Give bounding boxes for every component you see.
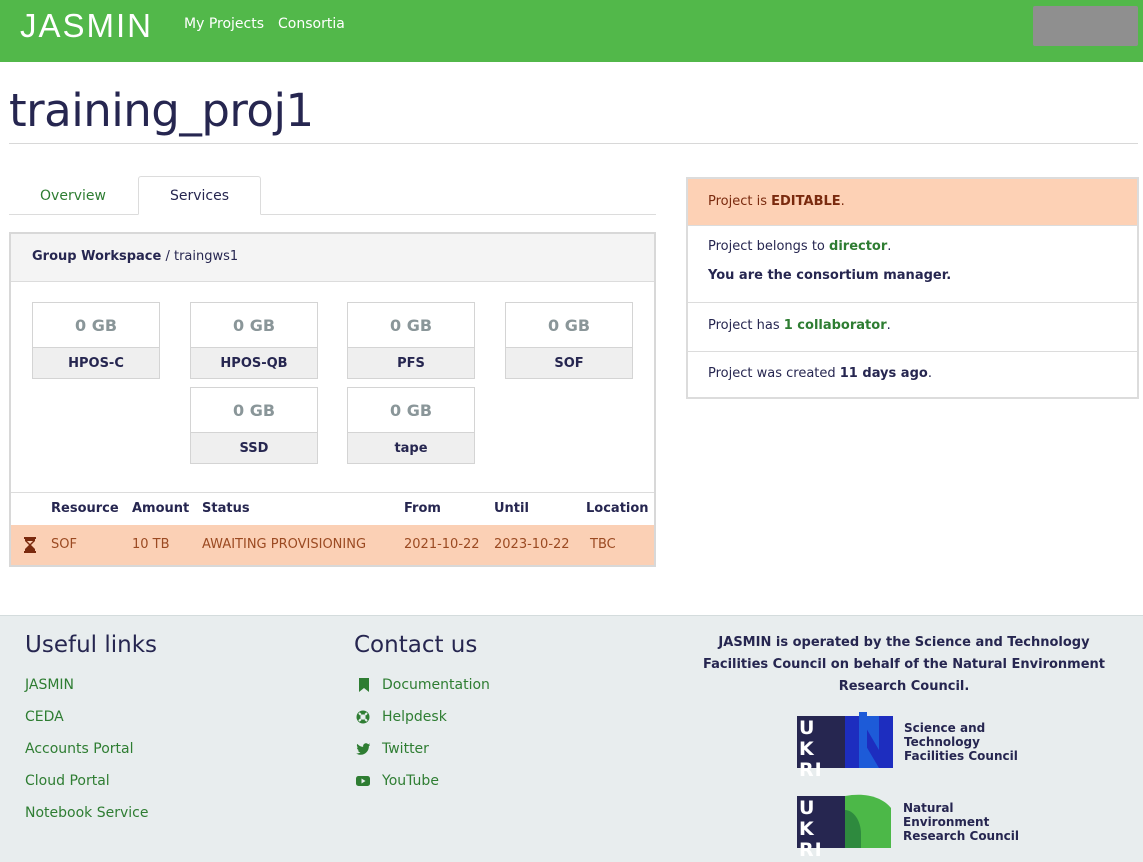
nerc-logo[interactable]: UKRI: [797, 790, 897, 861]
quota-label: tape: [348, 432, 474, 463]
bookmark-icon: [359, 678, 369, 692]
created-row: Project was created 11 days ago.: [688, 352, 1137, 399]
twitter-icon: [356, 743, 370, 755]
cell-location: TBC: [590, 537, 616, 552]
quota-pfs: 0 GB PFS: [347, 302, 475, 379]
footer-link-notebook-service[interactable]: Notebook Service: [25, 805, 148, 821]
quota-value: 0 GB: [389, 315, 433, 335]
stfc-line-2: Technology: [904, 735, 980, 749]
owner-row: Project belongs to director. You are the…: [688, 226, 1137, 303]
stfc-line-3: Facilities Council: [904, 749, 1018, 763]
nerc-line-2: Environment: [903, 815, 990, 829]
page-title: training_proj1: [9, 84, 314, 137]
quota-label: PFS: [348, 347, 474, 378]
table-divider: [11, 492, 654, 493]
editable-status-row: Project is EDITABLE.: [688, 179, 1137, 226]
youtube-icon: [356, 776, 370, 786]
cell-status: AWAITING PROVISIONING: [202, 537, 367, 552]
cell-resource: SOF: [51, 537, 77, 552]
footer: Useful links JASMIN CEDA Accounts Portal…: [0, 615, 1143, 862]
quota-value: 0 GB: [74, 315, 118, 335]
stfc-graphic: [845, 712, 893, 768]
quota-label: SOF: [506, 347, 632, 378]
created-suffix: .: [927, 366, 932, 381]
collab-prefix: Project has: [708, 318, 784, 333]
column-header-location: Location: [586, 501, 649, 516]
contact-link-helpdesk[interactable]: Helpdesk: [382, 709, 447, 725]
quota-hpos-c: 0 GB HPOS-C: [32, 302, 160, 379]
contact-link-documentation[interactable]: Documentation: [382, 677, 490, 693]
quota-value: 0 GB: [389, 400, 433, 420]
editable-value: EDITABLE: [771, 194, 841, 209]
collaborators-link[interactable]: 1 collaborator: [784, 318, 887, 333]
quota-label: SSD: [191, 432, 317, 463]
column-header-status: Status: [202, 501, 250, 516]
user-menu-button[interactable]: [1033, 6, 1138, 46]
stfc-line-1: Science and: [904, 721, 986, 735]
owner-link[interactable]: director: [829, 239, 887, 254]
ukri-mark: UKRI: [797, 716, 845, 781]
title-divider: [9, 143, 1138, 144]
stfc-logo[interactable]: UKRI: [797, 712, 897, 781]
belongs-prefix: Project belongs to: [708, 239, 830, 254]
cell-until: 2023-10-22: [494, 537, 570, 552]
service-name: traingws1: [173, 249, 239, 264]
service-kind: Group Workspace: [32, 249, 162, 264]
manager-note: You are the consortium manager.: [708, 268, 952, 283]
group-workspace-card: Group Workspace / traingws1 0 GB HPOS-C …: [9, 232, 656, 567]
ukri-letters: UKRI: [799, 717, 823, 781]
project-status-panel: Project is EDITABLE. Project belongs to …: [686, 177, 1139, 399]
quota-tape: 0 GB tape: [347, 387, 475, 464]
editable-suffix: .: [840, 194, 845, 209]
ukri-mark: UKRI: [797, 796, 845, 861]
editable-prefix: Project is: [708, 194, 772, 209]
cell-from: 2021-10-22: [404, 537, 480, 552]
ukri-letters: UKRI: [799, 797, 823, 861]
collaborators-row: Project has 1 collaborator.: [688, 303, 1137, 352]
group-workspace-header: Group Workspace / traingws1: [11, 234, 654, 282]
column-header-from: From: [404, 501, 441, 516]
quota-label: HPOS-QB: [191, 347, 317, 378]
footer-link-cloud-portal[interactable]: Cloud Portal: [25, 773, 110, 789]
jasmin-logo[interactable]: JASMIN: [20, 7, 153, 45]
column-header-until: Until: [494, 501, 529, 516]
quota-ssd: 0 GB SSD: [190, 387, 318, 464]
hourglass-icon: [24, 537, 36, 553]
lifebuoy-icon: [356, 710, 370, 724]
table-row: SOF 10 TB AWAITING PROVISIONING 2021-10-…: [11, 525, 654, 565]
footer-link-ceda[interactable]: CEDA: [25, 709, 64, 725]
created-prefix: Project was created: [708, 366, 840, 381]
top-navbar: JASMIN My Projects Consortia: [0, 0, 1143, 62]
footer-link-jasmin[interactable]: JASMIN: [25, 677, 74, 693]
quota-hpos-qb: 0 GB HPOS-QB: [190, 302, 318, 379]
quota-value: 0 GB: [232, 315, 276, 335]
quota-value: 0 GB: [232, 400, 276, 420]
created-value: 11 days ago: [839, 366, 928, 381]
contact-link-twitter[interactable]: Twitter: [382, 741, 429, 757]
nerc-name: Natural Environment Research Council: [903, 801, 1019, 843]
useful-links-heading: Useful links: [25, 632, 158, 658]
contact-us-heading: Contact us: [354, 632, 478, 658]
quota-value: 0 GB: [547, 315, 591, 335]
quota-label: HPOS-C: [33, 347, 159, 378]
footer-link-accounts-portal[interactable]: Accounts Portal: [25, 741, 134, 757]
nerc-line-1: Natural: [903, 801, 954, 815]
belongs-suffix: .: [887, 239, 892, 254]
nav-my-projects[interactable]: My Projects: [184, 16, 264, 32]
column-header-resource: Resource: [51, 501, 119, 516]
collab-suffix: .: [886, 318, 891, 333]
operated-by-text: JASMIN is operated by the Science and Te…: [702, 635, 1106, 694]
cell-amount: 10 TB: [132, 537, 170, 552]
nerc-graphic: [845, 794, 891, 848]
column-header-amount: Amount: [132, 501, 190, 516]
tab-overview[interactable]: Overview: [9, 176, 137, 215]
quota-sof: 0 GB SOF: [505, 302, 633, 379]
service-separator: /: [161, 249, 174, 264]
stfc-name: Science and Technology Facilities Counci…: [904, 721, 1018, 763]
nerc-line-3: Research Council: [903, 829, 1019, 843]
contact-link-youtube[interactable]: YouTube: [382, 773, 439, 789]
nav-consortia[interactable]: Consortia: [278, 16, 345, 32]
tab-services[interactable]: Services: [138, 176, 261, 215]
